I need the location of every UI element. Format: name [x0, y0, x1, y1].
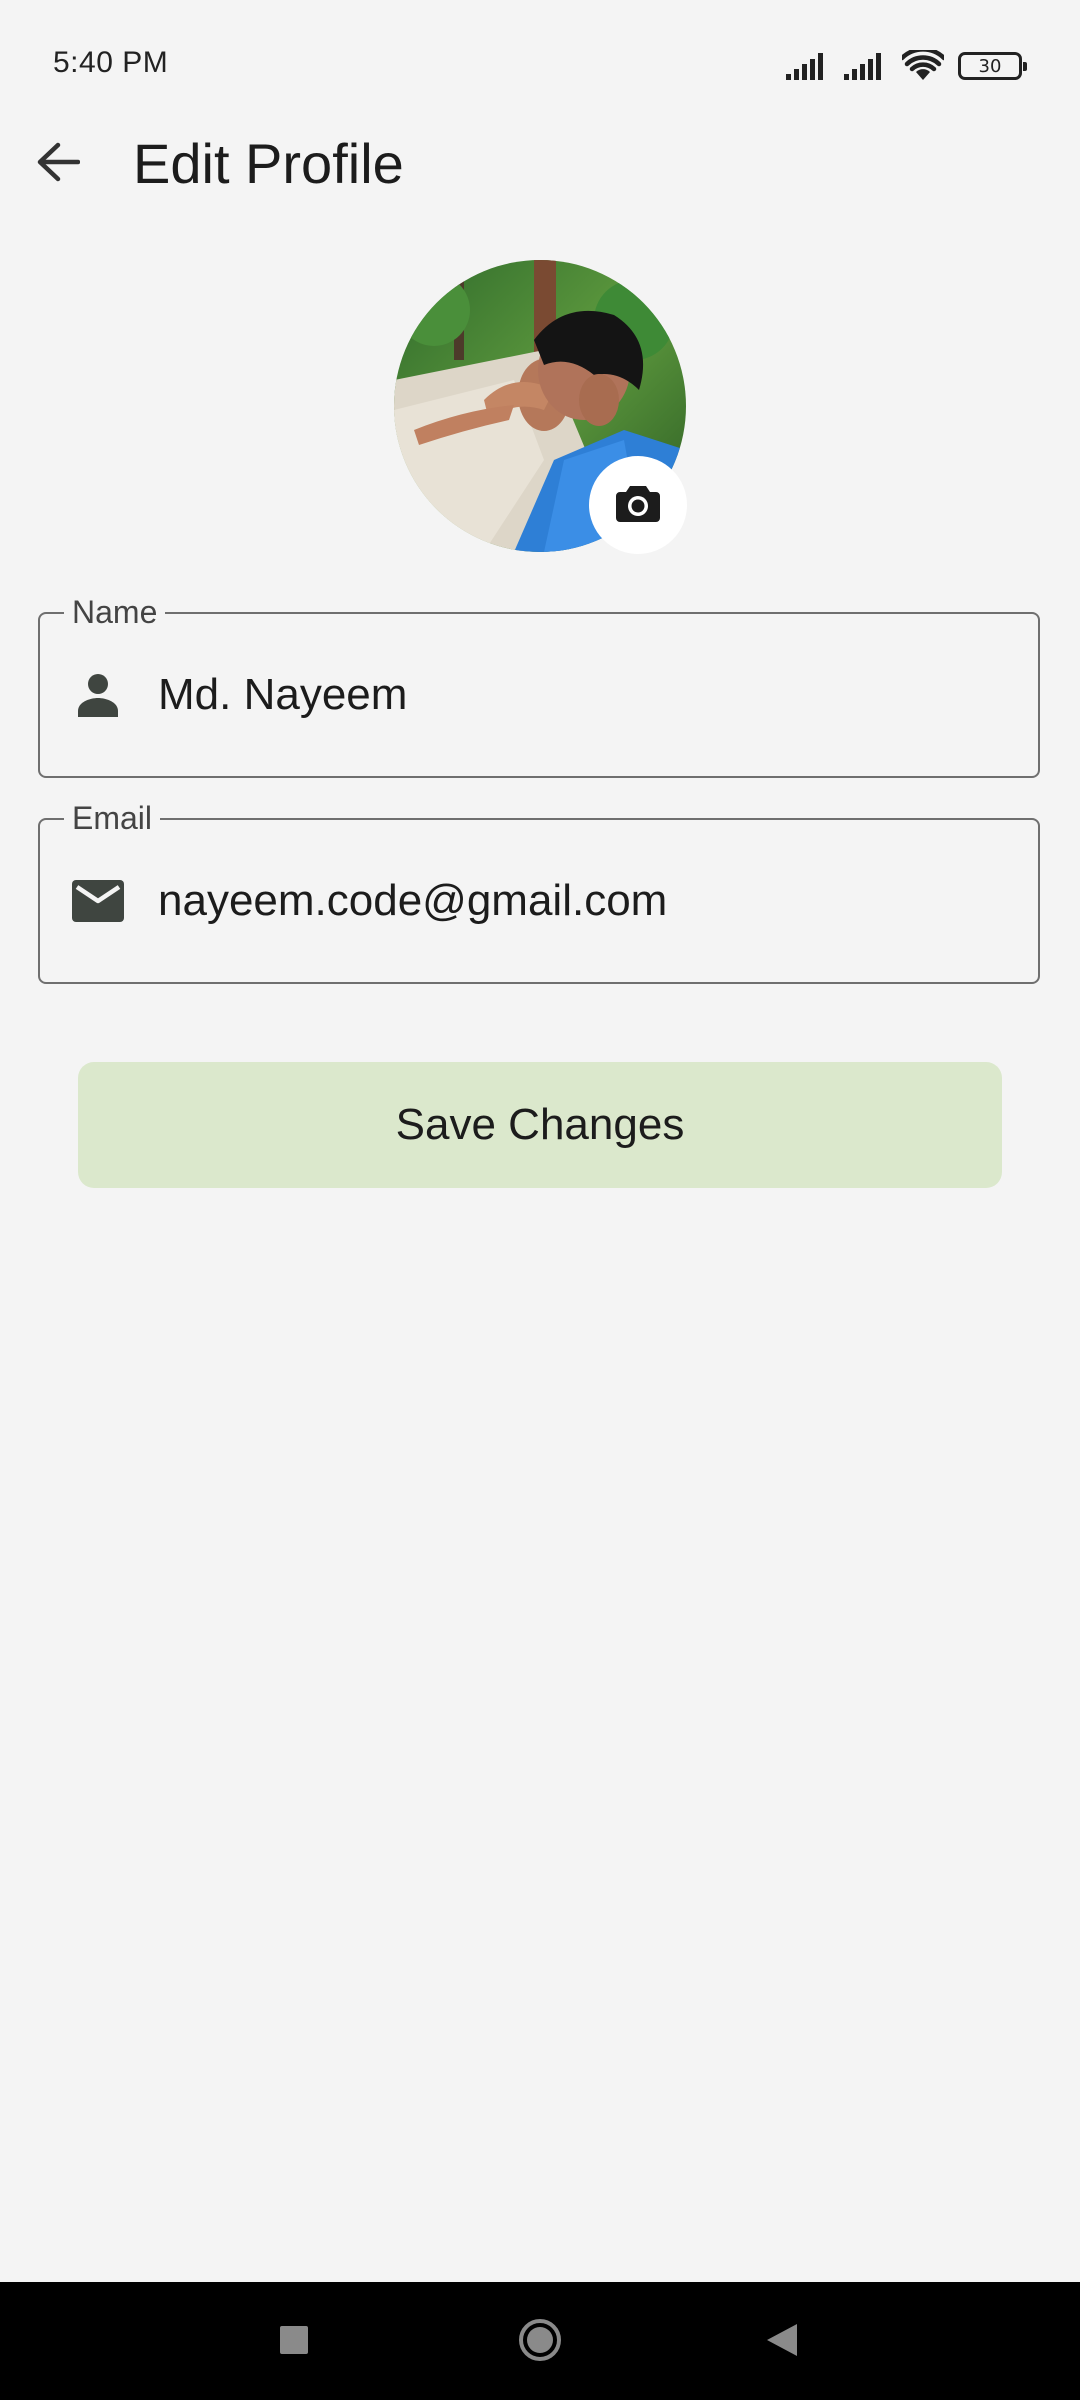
status-time: 5:40 PM [53, 46, 169, 79]
save-changes-button[interactable]: Save Changes [78, 1062, 1002, 1188]
arrow-back-icon [36, 142, 81, 187]
app-bar: Edit Profile [0, 112, 1080, 212]
name-input[interactable] [158, 670, 1018, 720]
recents-button[interactable] [256, 2304, 332, 2380]
email-input[interactable] [158, 876, 1018, 926]
mail-icon [70, 873, 126, 929]
camera-icon [616, 484, 660, 527]
person-icon [70, 667, 126, 723]
battery-level: 30 [978, 55, 1002, 77]
battery-icon: 30 [958, 52, 1027, 80]
cell-signal-icon [786, 52, 830, 80]
change-photo-button[interactable] [589, 456, 687, 554]
recents-icon [278, 2324, 310, 2361]
back-button[interactable] [24, 130, 92, 198]
system-nav-bar [0, 2282, 1080, 2400]
name-field: Name [38, 592, 1040, 778]
email-field-label: Email [64, 798, 161, 838]
page-title: Edit Profile [133, 132, 404, 195]
back-triangle-icon [765, 2322, 799, 2363]
email-field: Email [38, 798, 1040, 984]
status-icons: 30 [786, 48, 1027, 84]
name-field-label: Name [64, 592, 166, 632]
cell-signal-icon [844, 52, 888, 80]
home-icon [518, 2318, 562, 2367]
avatar-container [394, 260, 687, 554]
system-back-button[interactable] [744, 2304, 820, 2380]
home-button[interactable] [502, 2304, 578, 2380]
wifi-icon [902, 50, 944, 82]
edit-profile-screen: 5:40 PM 30 Edit Profile Name Md. Nayeem … [0, 0, 1080, 2400]
